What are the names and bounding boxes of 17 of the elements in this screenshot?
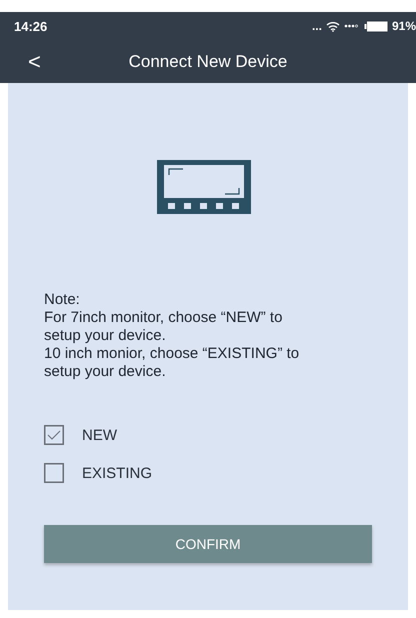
screen-title: Connect New Device <box>128 52 288 72</box>
confirm-button[interactable]: CONFIRM <box>44 525 372 563</box>
note-text: Note: <box>44 291 81 309</box>
status-time: 14:26 <box>14 18 48 34</box>
checkbox-icon[interactable] <box>44 463 64 483</box>
back-button[interactable]: < <box>24 48 45 74</box>
note-text: 10 inch monior, choose “EXISTING” to setup your device. <box>44 345 300 381</box>
battery-percent: 91% <box>392 19 416 33</box>
signal-icon <box>344 24 360 28</box>
option-checkbox[interactable]: EXISTING <box>44 463 372 483</box>
checkbox-icon[interactable] <box>44 425 64 445</box>
note-text: For 7inch monitor, choose “NEW” to setup your device. <box>44 309 284 345</box>
status-dots: ... <box>312 19 322 33</box>
wifi-icon <box>326 20 340 32</box>
monitor-icon <box>157 160 251 214</box>
option-checkbox[interactable]: NEW <box>44 425 372 445</box>
battery-icon <box>364 20 388 32</box>
